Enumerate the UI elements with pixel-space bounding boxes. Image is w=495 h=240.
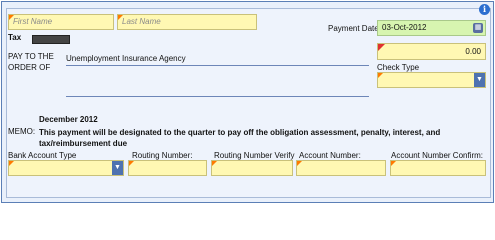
payment-date-input[interactable]: 03-Oct-2012 ▦ [377, 20, 486, 36]
calendar-icon[interactable]: ▦ [473, 23, 483, 33]
account-number-confirm-label: Account Number Confirm: [391, 151, 484, 160]
pay-to-label-line2: ORDER OF [8, 63, 51, 72]
bank-account-type-select[interactable]: ▼ [8, 160, 124, 176]
routing-number-input[interactable] [128, 160, 207, 176]
payee-line [66, 65, 369, 66]
required-marker [9, 161, 14, 166]
required-marker [391, 161, 396, 166]
pay-to-label-line1: PAY TO THE [8, 52, 54, 61]
required-marker [212, 161, 217, 166]
required-marker [378, 44, 385, 51]
amount-input[interactable]: 0.00 [377, 43, 486, 60]
tax-id-field[interactable] [32, 35, 70, 44]
last-name-input[interactable]: Last Name [117, 14, 257, 30]
required-marker [297, 161, 302, 166]
payee-name: Unemployment Insurance Agency [66, 54, 186, 63]
memo-period: December 2012 [39, 115, 98, 124]
memo-label: MEMO: [8, 127, 36, 136]
required-marker [129, 161, 134, 166]
required-marker [378, 73, 383, 78]
chevron-down-icon[interactable]: ▼ [474, 73, 485, 87]
first-name-input[interactable]: First Name [8, 14, 114, 30]
chevron-down-icon[interactable]: ▼ [112, 161, 123, 175]
check-type-select[interactable]: ▼ [377, 72, 486, 88]
tax-label: Tax [8, 33, 22, 42]
required-marker [118, 15, 123, 20]
payment-date-label: Payment Date: [328, 24, 381, 33]
required-marker [9, 15, 14, 20]
address-line [66, 96, 369, 97]
routing-number-verify-label: Routing Number Verify [214, 151, 295, 160]
account-number-confirm-input[interactable] [390, 160, 486, 176]
account-number-input[interactable] [296, 160, 386, 176]
check-type-label: Check Type [377, 63, 420, 72]
info-icon[interactable]: i [479, 4, 490, 15]
routing-number-verify-input[interactable] [211, 160, 293, 176]
routing-number-label: Routing Number: [132, 151, 193, 160]
bank-account-type-label: Bank Account Type [8, 151, 77, 160]
memo-text: This payment will be designated to the q… [39, 128, 441, 148]
account-number-label: Account Number: [299, 151, 361, 160]
